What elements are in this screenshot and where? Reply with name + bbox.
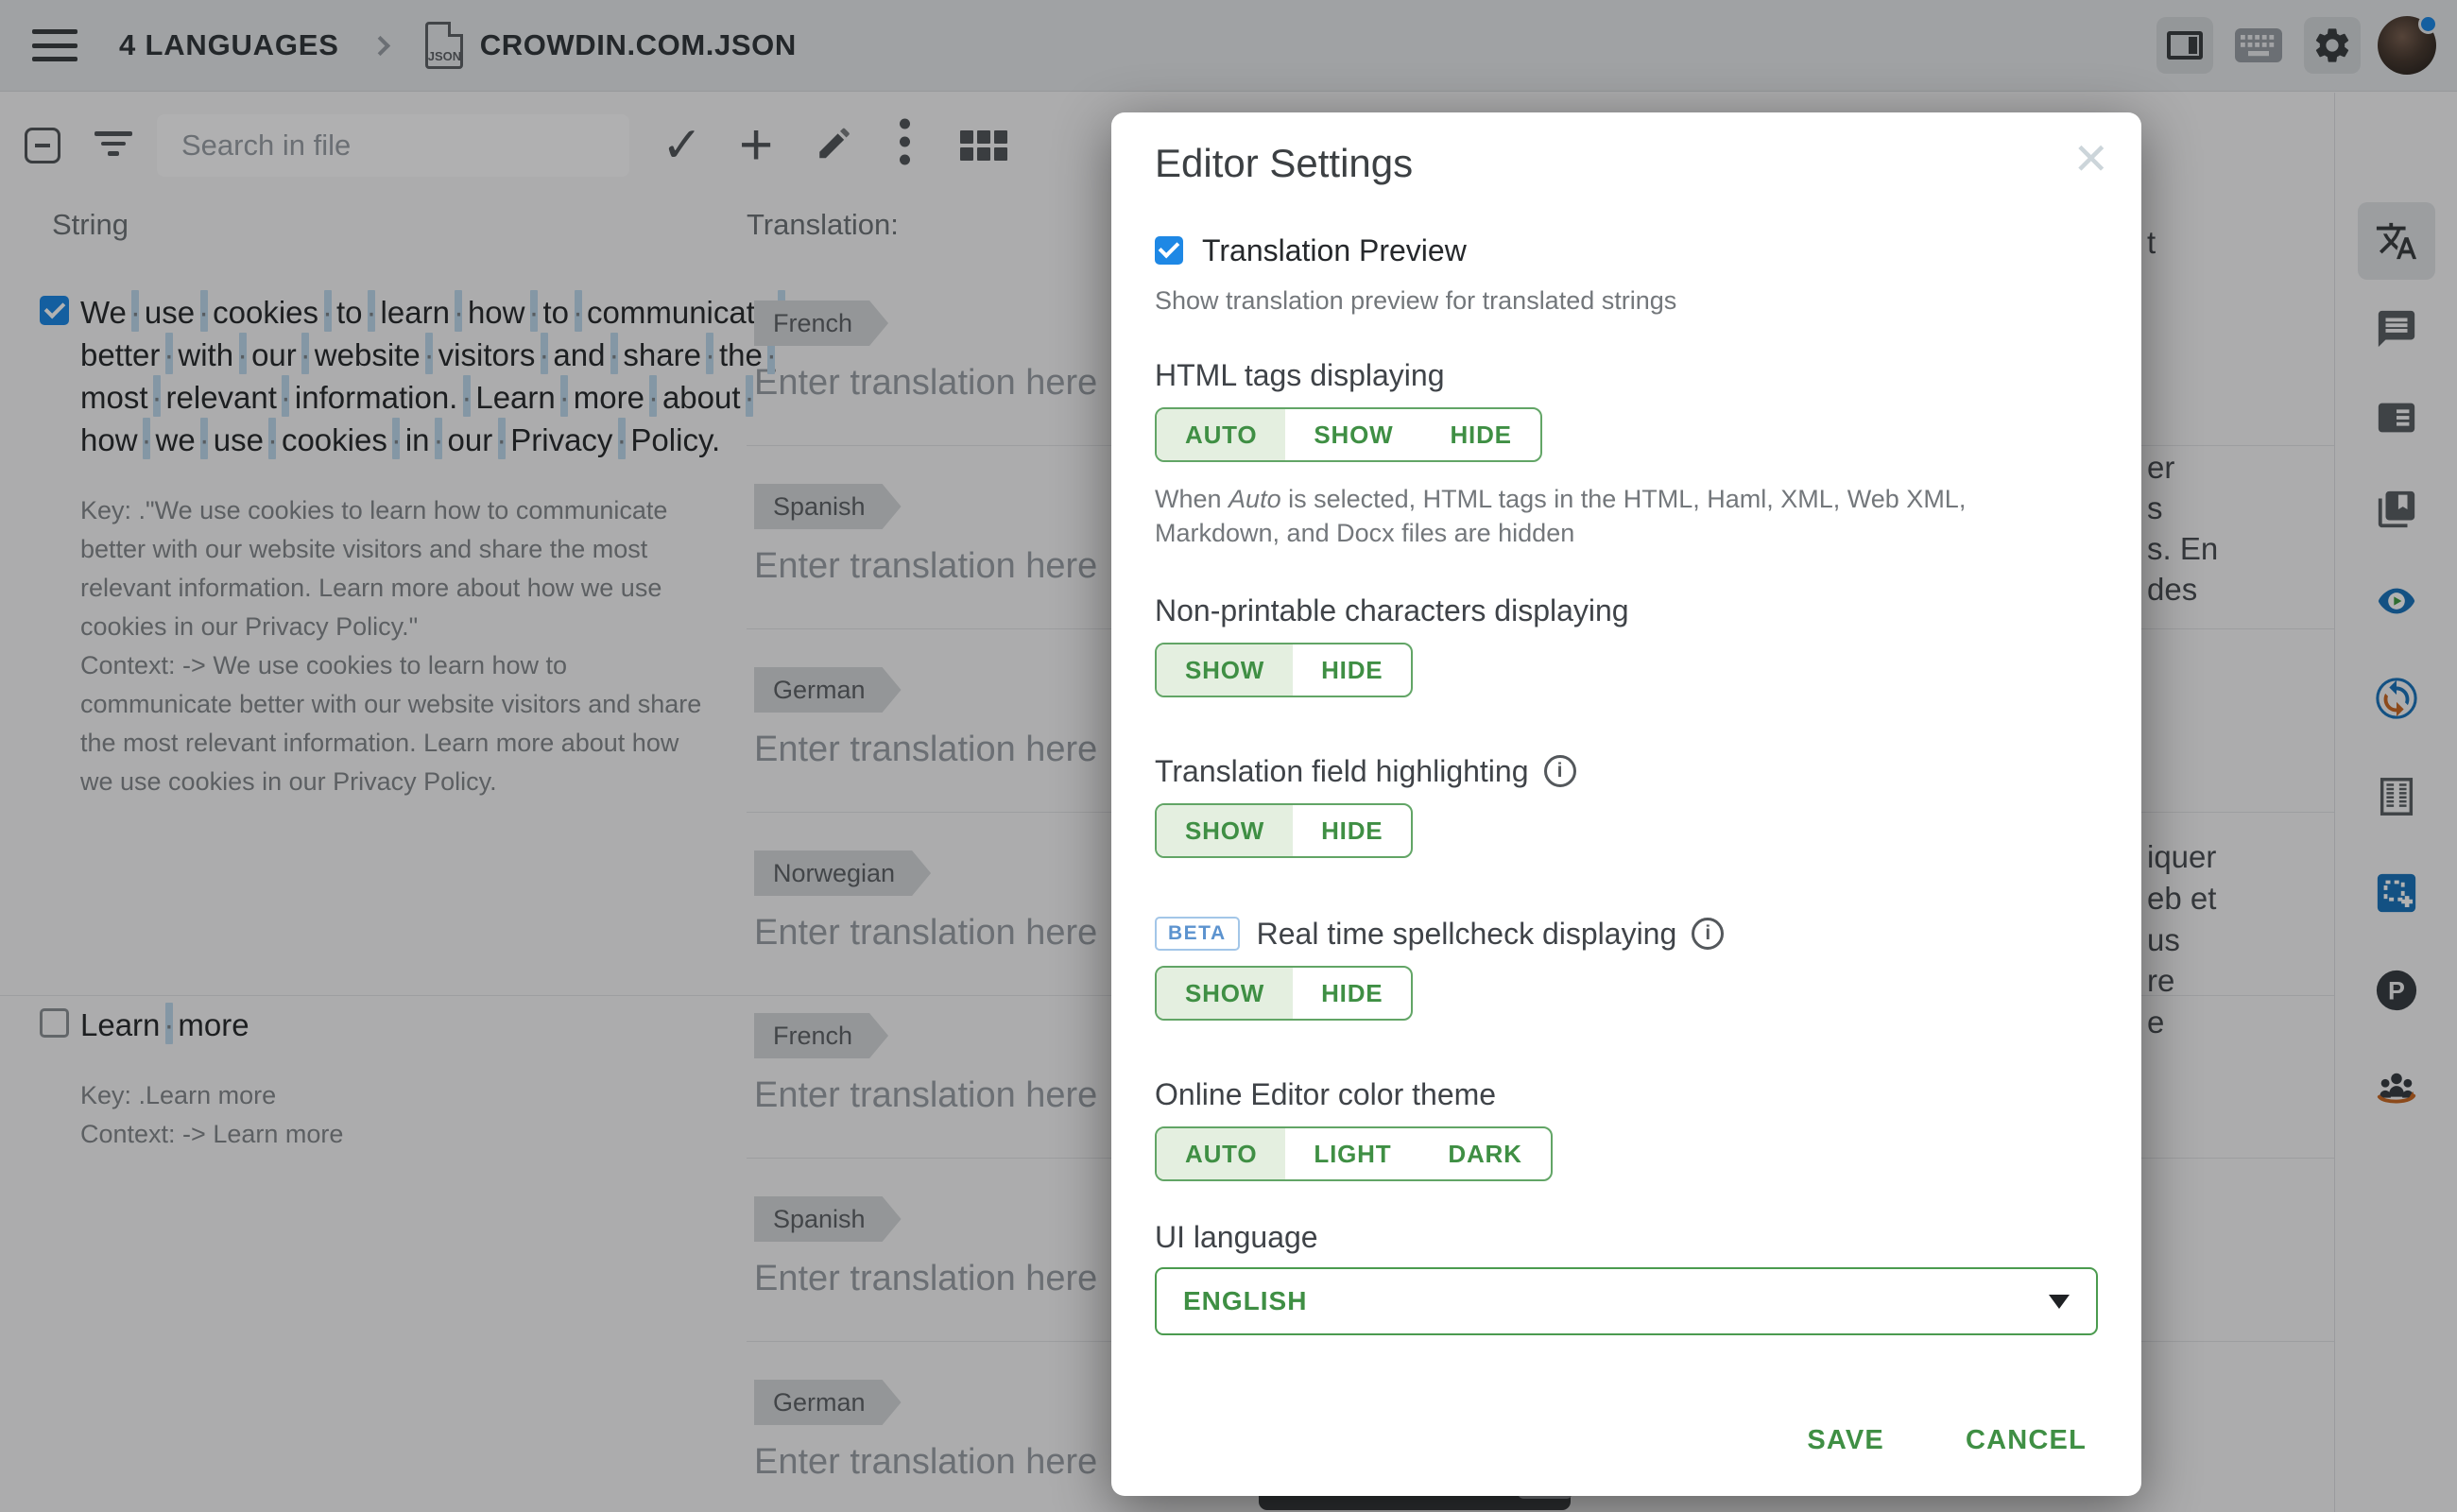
segment-option-show[interactable]: SHOW (1157, 968, 1293, 1019)
translation-preview-label: Translation Preview (1202, 233, 1467, 268)
html-tags-description: When Auto is selected, HTML tags in the … (1155, 482, 2062, 550)
editor-settings-modal: Editor Settings ✕ Translation Preview Sh… (1111, 112, 2141, 1496)
info-icon[interactable]: i (1692, 918, 1724, 950)
translation-preview-description: Show translation preview for translated … (1155, 286, 2098, 315)
info-icon[interactable]: i (1544, 755, 1576, 787)
nonprintable-heading: Non-printable characters displaying (1155, 593, 2098, 627)
save-button[interactable]: SAVE (1807, 1425, 1884, 1456)
nonprintable-toggle: SHOWHIDE (1155, 643, 1413, 697)
beta-badge: BETA (1155, 917, 1240, 951)
spellcheck-heading: BETA Real time spellcheck displaying i (1155, 917, 2098, 951)
segment-option-light[interactable]: LIGHT (1285, 1128, 1419, 1179)
segment-option-show[interactable]: SHOW (1285, 409, 1421, 460)
color-theme-heading: Online Editor color theme (1155, 1077, 2098, 1111)
highlighting-toggle: SHOWHIDE (1155, 803, 1413, 858)
segment-option-hide[interactable]: HIDE (1421, 409, 1539, 460)
modal-title: Editor Settings (1155, 141, 2098, 186)
ui-language-select[interactable]: ENGLISH (1155, 1267, 2098, 1335)
segment-option-hide[interactable]: HIDE (1293, 644, 1411, 696)
segment-option-hide[interactable]: HIDE (1293, 805, 1411, 856)
color-theme-toggle: AUTOLIGHTDARK (1155, 1126, 1553, 1181)
cancel-button[interactable]: CANCEL (1966, 1425, 2087, 1456)
chevron-down-icon (2049, 1295, 2070, 1309)
segment-option-dark[interactable]: DARK (1419, 1128, 1550, 1179)
spellcheck-toggle: SHOWHIDE (1155, 966, 1413, 1021)
close-icon[interactable]: ✕ (2072, 137, 2109, 180)
translation-preview-checkbox[interactable] (1155, 236, 1183, 265)
segment-option-show[interactable]: SHOW (1157, 805, 1293, 856)
html-tags-toggle: AUTOSHOWHIDE (1155, 407, 1542, 462)
translation-preview-row[interactable]: Translation Preview (1155, 233, 2098, 267)
segment-option-show[interactable]: SHOW (1157, 644, 1293, 696)
ui-language-value: ENGLISH (1183, 1286, 1307, 1316)
html-tags-heading: HTML tags displaying (1155, 358, 2098, 392)
segment-option-hide[interactable]: HIDE (1293, 968, 1411, 1019)
highlighting-heading: Translation field highlighting i (1155, 754, 2098, 788)
segment-option-auto[interactable]: AUTO (1157, 409, 1285, 460)
ui-language-heading: UI language (1155, 1220, 2098, 1254)
segment-option-auto[interactable]: AUTO (1157, 1128, 1285, 1179)
